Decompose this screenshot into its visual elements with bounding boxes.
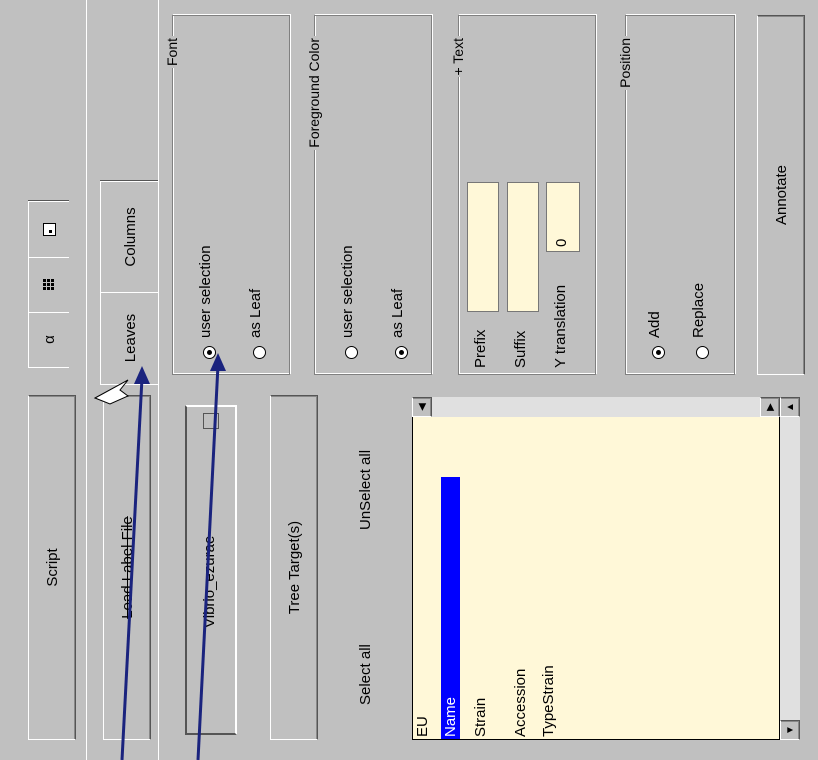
- arrow-leaves: [120, 377, 144, 760]
- arrowhead-leaves: [134, 366, 150, 384]
- arrow-user-selection: [196, 364, 220, 760]
- cursor-arrow-icon: [93, 379, 129, 405]
- annotation-arrows: [93, 353, 226, 760]
- arrowhead-user-selection: [210, 353, 226, 371]
